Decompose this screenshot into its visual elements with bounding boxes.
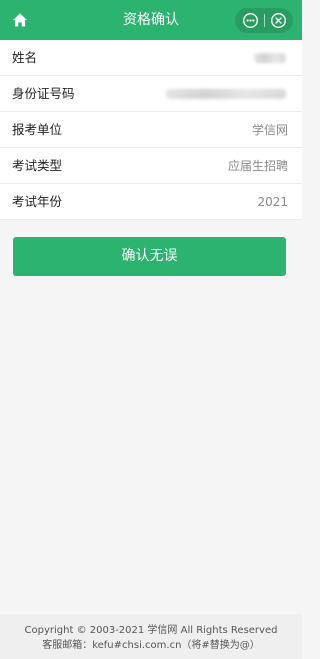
more-icon[interactable] (242, 12, 259, 29)
info-list: 姓名 身份证号码 报考单位 学信网 考试类型 应届生招聘 考试年份 2021 (0, 40, 302, 220)
list-item-name: 姓名 (0, 40, 302, 76)
list-item-exam-year: 考试年份 2021 (0, 184, 302, 220)
capsule-divider (264, 14, 265, 27)
name-label: 姓名 (12, 50, 38, 65)
unit-label: 报考单位 (12, 122, 63, 137)
exam-type-value: 应届生招聘 (227, 159, 288, 173)
contact-email-text: 客服邮箱：kefu#chsi.com.cn（将#替换为@） (42, 640, 260, 651)
confirm-button[interactable]: 确认无误 (13, 237, 286, 276)
exam-year-label: 考试年份 (12, 194, 63, 209)
list-item-exam-type: 考试类型 应届生招聘 (0, 148, 302, 184)
list-item-id-number: 身份证号码 (0, 76, 302, 112)
list-item-unit: 报考单位 学信网 (0, 112, 302, 148)
id-number-label: 身份证号码 (12, 86, 75, 101)
exam-type-label: 考试类型 (12, 158, 63, 173)
unit-value: 学信网 (251, 123, 288, 137)
name-value-masked (254, 53, 286, 63)
close-icon[interactable] (270, 12, 287, 29)
exam-year-value: 2021 (257, 195, 288, 209)
top-bar: 资格确认 (0, 0, 302, 40)
copyright-text: Copyright © 2003-2021 学信网 All Rights Res… (24, 625, 278, 636)
footer: Copyright © 2003-2021 学信网 All Rights Res… (0, 614, 302, 659)
mini-program-capsule (235, 8, 293, 33)
id-number-value-masked (166, 89, 286, 99)
